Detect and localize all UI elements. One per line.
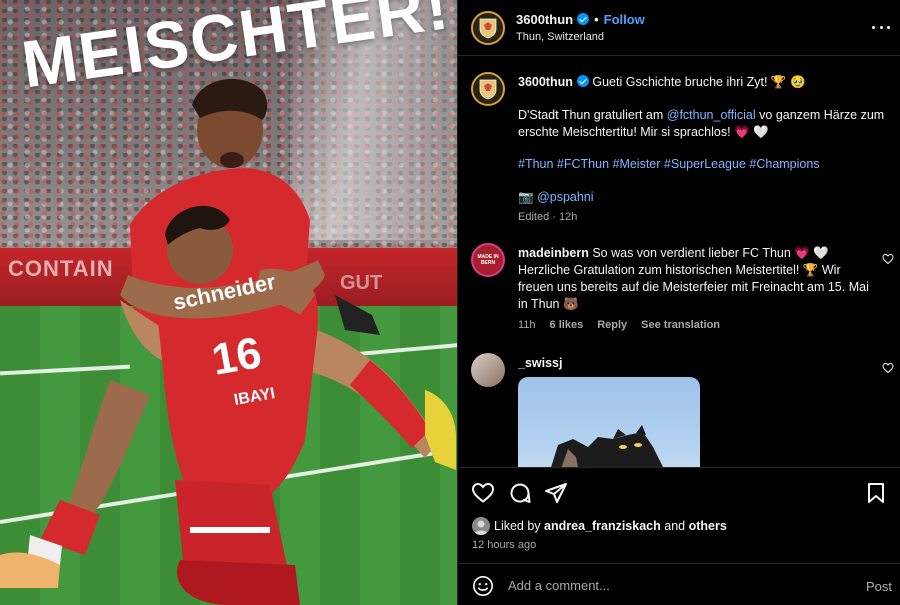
post-timestamp[interactable]: 12 hours ago <box>472 539 536 551</box>
comment-bubble-icon[interactable] <box>508 481 532 505</box>
comment-avatar-swissj[interactable] <box>471 353 505 387</box>
comment-reply-button[interactable]: Reply <box>597 319 627 331</box>
comment-username-madeinbern[interactable]: madeinbern <box>518 246 589 260</box>
post-side-panel: 3600thun • Follow Thun, Switzerland 3600th… <box>457 0 900 605</box>
caption-hashtags[interactable]: #Thun #FCThun #Meister #SuperLeague #Cha… <box>518 156 890 173</box>
more-options-icon[interactable] <box>872 18 890 36</box>
comments-section[interactable]: 3600thun Gueti Gschichte bruche ihri Zyt… <box>458 57 900 467</box>
header-username[interactable]: 3600thun <box>516 12 573 27</box>
caption-first-line: 3600thun Gueti Gschichte bruche ihri Zyt… <box>518 74 890 91</box>
comment-username-swissj[interactable]: _swissj <box>518 356 562 370</box>
comment-image[interactable] <box>518 377 700 467</box>
save-bookmark-icon[interactable] <box>864 481 888 505</box>
like-heart-icon[interactable] <box>471 481 495 505</box>
dot-separator: • <box>594 12 599 27</box>
header-username-row: 3600thun • Follow <box>516 12 645 27</box>
caption-credit: 📷 @pspahni <box>518 189 890 206</box>
see-translation-button[interactable]: See translation <box>641 319 720 331</box>
post-photo[interactable]: CONTAIN GUT schneider 16 IBAYI MEISCHTER… <box>0 0 457 605</box>
share-paper-plane-icon[interactable] <box>544 481 568 505</box>
emoji-smiley-icon[interactable] <box>472 575 494 597</box>
liked-user-link[interactable]: andrea_franziskach <box>544 519 661 533</box>
caption-paragraph: D'Stadt Thun gratuliert am @fcthun_offic… <box>518 107 890 141</box>
caption-mention[interactable]: @fcthun_official <box>667 108 756 122</box>
camera-icon: 📷 <box>518 190 534 204</box>
follow-button[interactable]: Follow <box>604 12 645 27</box>
svg-text:16: 16 <box>208 328 265 385</box>
liked-prefix: Liked by <box>494 519 545 533</box>
liked-by-avatar[interactable] <box>472 517 490 535</box>
caption-username[interactable]: 3600thun <box>518 75 573 89</box>
comment-text-madeinbern: madeinbern So was von verdient lieber FC… <box>518 245 870 313</box>
comment-composer: Post <box>458 563 900 605</box>
post-header: 3600thun • Follow Thun, Switzerland <box>458 0 900 56</box>
photo-credit-link[interactable]: @pspahni <box>537 190 593 204</box>
comment-time: 11h <box>518 319 536 331</box>
person-silhouette-icon <box>474 520 488 535</box>
madeinbern-logo-text: MADE IN BERN <box>477 254 499 266</box>
celebrating-players: schneider 16 IBAYI <box>0 78 456 605</box>
comment-likes[interactable]: 6 likes <box>550 319 584 331</box>
comment-avatar-madeinbern[interactable]: MADE IN BERN <box>471 243 505 277</box>
instagram-post-view: CONTAIN GUT schneider 16 IBAYI MEISCHTER… <box>0 0 900 605</box>
liked-by-line: Liked by andrea_franziskach and others <box>494 519 727 533</box>
caption-line1: Gueti Gschichte bruche ihri Zyt! 🏆 🥹 <box>592 75 806 89</box>
caption-avatar[interactable] <box>471 72 505 106</box>
comment-text-swissj: _swissj <box>518 355 562 372</box>
liked-and: and <box>660 519 689 533</box>
caption-edited: Edited · 12h <box>518 211 578 223</box>
caption-para-prefix: D'Stadt Thun gratuliert am <box>518 108 667 122</box>
add-comment-input[interactable] <box>508 573 828 597</box>
cat-photo <box>551 425 663 467</box>
thun-crest-icon <box>479 18 497 39</box>
liked-others-link[interactable]: others <box>689 519 727 533</box>
comment-like-heart-icon[interactable] <box>882 253 894 265</box>
post-comment-button[interactable]: Post <box>866 579 892 594</box>
comment-meta-madeinbern: 11h 6 likes Reply See translation <box>518 319 734 331</box>
header-location[interactable]: Thun, Switzerland <box>516 31 604 43</box>
author-avatar[interactable] <box>471 11 505 45</box>
post-actions: Liked by andrea_franziskach and others 1… <box>458 467 900 559</box>
verified-icon <box>576 75 589 87</box>
verified-icon <box>577 13 590 25</box>
comment-like-heart-icon[interactable] <box>882 362 894 374</box>
thun-crest-icon <box>479 79 497 100</box>
